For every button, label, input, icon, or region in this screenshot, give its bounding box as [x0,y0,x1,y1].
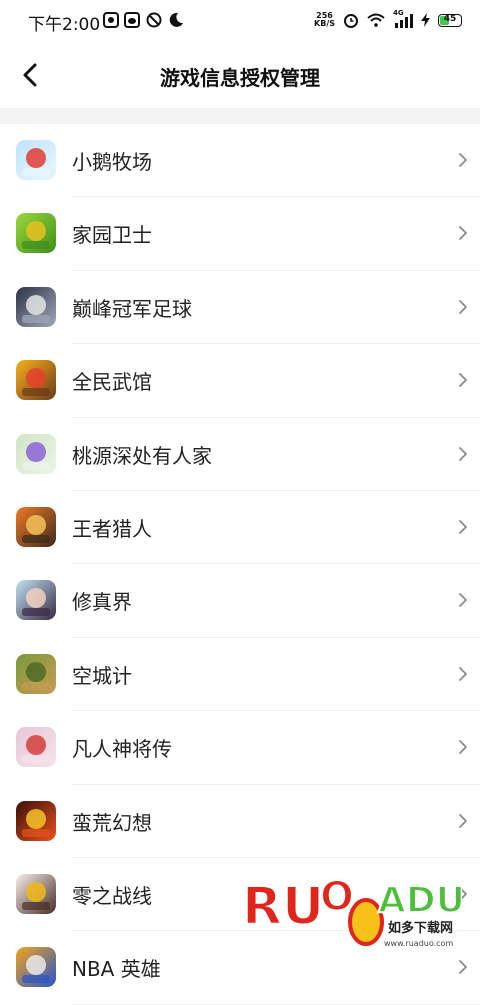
ruoaduo-watermark-logo: RU O ADUO 如多下载网 www.ruaduo.com [241,873,462,948]
notification-icon [103,12,119,28]
game-name: 空城计 [72,663,132,688]
status-right: 256 KB/S 4G 45 [314,9,462,30]
status-bar: 下午2:00 256 KB/S 4G 45 [0,0,480,40]
watermark-tagline: 如多下载网 [388,920,453,936]
section-separator [0,108,480,124]
moon-icon [169,12,183,27]
martial-hall-game-icon [16,360,56,401]
chevron-right-icon [459,446,467,461]
page-title: 游戏信息授权管理 [160,66,320,90]
king-hunter-game-icon [16,506,56,547]
net-speed: 256 KB/S [314,12,335,28]
game-row[interactable]: 空城计 [0,638,480,712]
chevron-right-icon [459,813,467,828]
empty-city-game-icon [16,653,56,694]
game-name: 家园卫士 [72,223,152,248]
alarm-icon [344,14,358,28]
watermark-url: www.ruaduo.com [384,939,453,948]
goose-ranch-game-icon [16,140,56,180]
chevron-right-icon [459,520,467,534]
wild-fantasy-game-icon [16,800,56,841]
home-guardian-game-icon [16,213,56,254]
chevron-right-icon [459,960,467,975]
game-name: 零之战线 [72,883,152,908]
game-row[interactable]: 王者猎人 [0,491,480,565]
mortal-general-game-icon [16,727,56,768]
game-name: 修真界 [72,590,132,615]
game-row[interactable]: 全民武馆 [0,344,480,418]
status-time: 下午2:00 [28,15,101,35]
chevron-right-icon [459,666,467,681]
football-game-icon [16,286,56,327]
game-row[interactable]: 桃源深处有人家 [0,418,480,491]
game-name: 桃源深处有人家 [72,443,212,468]
game-name: 小鹅牧场 [72,150,152,174]
chevron-right-icon [459,373,467,388]
battery-level: 45 [443,13,457,24]
game-name: 王者猎人 [72,516,152,541]
signal-label: 4G [393,9,404,17]
game-row[interactable]: 家园卫士 [0,197,480,271]
game-name: 凡人神将传 [72,737,172,762]
svg-text:ADUO: ADUO [378,880,462,921]
svg-text:O: O [320,874,354,920]
game-row[interactable]: 凡人神将传 [0,711,480,785]
wifi-icon [367,13,385,27]
net-speed-unit: KB/S [314,19,335,28]
chevron-right-icon [459,593,467,608]
weibo-icon [124,12,140,28]
cultivation-game-icon [16,580,56,621]
game-name: 巅峰冠军足球 [72,296,192,321]
cell-signal: 4G [393,9,413,28]
game-name: 蛮荒幻想 [72,810,152,835]
chevron-right-icon [459,299,467,314]
game-row[interactable]: 蛮荒幻想 [0,785,480,858]
game-row[interactable]: 修真界 [0,564,480,638]
charging-icon [421,13,430,27]
do-not-disturb-icon [146,12,162,28]
battery-icon: 45 [438,13,462,27]
peach-garden-game-icon [16,433,56,474]
header: 游戏信息授权管理 [0,40,480,110]
game-row[interactable]: 小鹅牧场 [0,124,480,198]
chevron-right-icon [459,226,467,241]
svg-text:RU: RU [242,877,324,937]
zero-front-game-icon [16,873,56,914]
nba-game-icon [16,947,56,988]
game-row[interactable]: 巅峰冠军足球 [0,271,480,345]
chevron-right-icon [459,153,467,167]
game-name: NBA 英雄 [72,957,161,982]
game-name: 全民武馆 [72,370,152,395]
chevron-right-icon [459,740,467,755]
